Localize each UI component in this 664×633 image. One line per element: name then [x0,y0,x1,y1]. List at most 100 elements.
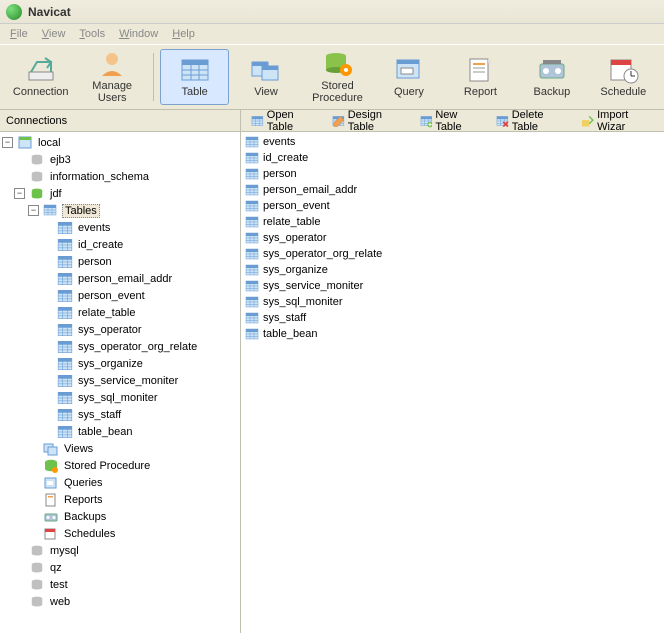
tree-table-item[interactable]: person_email_addr [76,273,174,285]
database-icon [29,152,45,168]
tree-db-web[interactable]: web [48,596,72,608]
menu-view[interactable]: View [36,26,72,42]
manage-users-button[interactable]: Manage Users [77,49,146,105]
tree-table-item[interactable]: table_bean [76,426,134,438]
tree-node-local[interactable]: local [36,137,63,149]
list-item[interactable]: sys_organize [245,262,660,278]
tree-table-item[interactable]: sys_service_moniter [76,375,180,387]
list-item[interactable]: table_bean [245,326,660,342]
menu-help[interactable]: Help [166,26,201,42]
tree-db-jdf[interactable]: jdf [48,188,64,200]
tree-table-item[interactable]: sys_sql_moniter [76,392,159,404]
tree-table-item[interactable]: events [76,222,112,234]
tree-expander[interactable]: − [2,137,13,148]
list-item[interactable]: relate_table [245,214,660,230]
sp-icon [43,458,59,474]
table-icon [57,237,73,253]
tree-tables-folder[interactable]: Tables [62,204,100,218]
menu-tools[interactable]: Tools [73,26,111,42]
list-item[interactable]: events [245,134,660,150]
table-list[interactable]: events id_createperson person_email_addrpe… [241,132,664,633]
views-icon [43,441,59,457]
schedule-button[interactable]: Schedule [589,49,658,105]
list-item[interactable]: sys_operator_org_relate [245,246,660,262]
list-item-label: sys_staff [263,312,306,324]
delete-table-button[interactable]: Delete Table [490,110,573,132]
table-icon [245,263,259,277]
database-icon [29,543,45,559]
tree-table-item[interactable]: sys_operator [76,324,144,336]
content-panel: Open Table Design Table New Table Delete… [241,110,664,633]
table-icon [57,271,73,287]
design-table-button[interactable]: Design Table [326,110,412,132]
tree-reports[interactable]: Reports [62,494,105,506]
tree-expander[interactable]: − [28,205,39,216]
list-item-label: person [263,168,297,180]
list-item[interactable]: person_email_addr [245,182,660,198]
tree-table-item[interactable]: id_create [76,239,125,251]
table-icon [245,247,259,261]
list-item-label: table_bean [263,328,317,340]
menubar: File View Tools Window Help [0,24,664,44]
tree-views[interactable]: Views [62,443,95,455]
tree-backups[interactable]: Backups [62,511,108,523]
titlebar: Navicat [0,0,664,24]
tree-table-item[interactable]: sys_operator_org_relate [76,341,199,353]
list-item[interactable]: person [245,166,660,182]
table-icon [57,288,73,304]
table-icon [57,373,73,389]
open-table-button[interactable]: Open Table [245,110,324,132]
table-button[interactable]: Table [160,49,229,105]
list-item[interactable]: sys_service_moniter [245,278,660,294]
tree-table-item[interactable]: relate_table [76,307,138,319]
view-button[interactable]: View [231,49,300,105]
connections-header: Connections [0,110,240,132]
tree-table-item[interactable]: person [76,256,114,268]
stored-procedure-button[interactable]: Stored Procedure [303,49,372,105]
tree-table-item[interactable]: sys_organize [76,358,145,370]
list-item[interactable]: person_event [245,198,660,214]
list-item[interactable]: sys_operator [245,230,660,246]
menu-file[interactable]: File [4,26,34,42]
list-item-label: sys_operator [263,232,327,244]
list-item[interactable]: sys_staff [245,310,660,326]
tree-stored-procedure[interactable]: Stored Procedure [62,460,152,472]
tree-db-mysql[interactable]: mysql [48,545,81,557]
tree-table-item[interactable]: sys_staff [76,409,123,421]
tree-db-ejb3[interactable]: ejb3 [48,154,73,166]
database-icon [29,560,45,576]
list-item[interactable]: sys_sql_moniter [245,294,660,310]
list-item[interactable]: id_create [245,150,660,166]
database-icon [29,186,45,202]
connection-button[interactable]: Connection [6,49,75,105]
database-icon [29,577,45,593]
import-wizard-button[interactable]: Import Wizar [575,110,660,132]
tree-db-information-schema[interactable]: information_schema [48,171,151,183]
tree-queries[interactable]: Queries [62,477,105,489]
table-icon [245,167,259,181]
table-icon [57,407,73,423]
tree-db-qz[interactable]: qz [48,562,64,574]
toolbar-separator [153,53,154,101]
schedules-icon [43,526,59,542]
report-button[interactable]: Report [446,49,515,105]
app-icon [6,4,22,20]
tree-table-item[interactable]: person_event [76,290,147,302]
connections-tree[interactable]: −local ejb3 information_schema −jdf −Tab… [0,132,240,633]
table-icon [245,231,259,245]
backup-button[interactable]: Backup [517,49,586,105]
tree-expander[interactable]: − [14,188,25,199]
tree-schedules[interactable]: Schedules [62,528,117,540]
queries-icon [43,475,59,491]
list-item-label: person_event [263,200,330,212]
tree-db-test[interactable]: test [48,579,70,591]
new-table-button[interactable]: New Table [414,110,488,132]
table-icon [57,424,73,440]
backups-icon [43,509,59,525]
list-item-label: events [263,136,295,148]
query-button[interactable]: Query [374,49,443,105]
menu-window[interactable]: Window [113,26,164,42]
table-icon [245,295,259,309]
reports-icon [43,492,59,508]
table-icon [245,215,259,229]
